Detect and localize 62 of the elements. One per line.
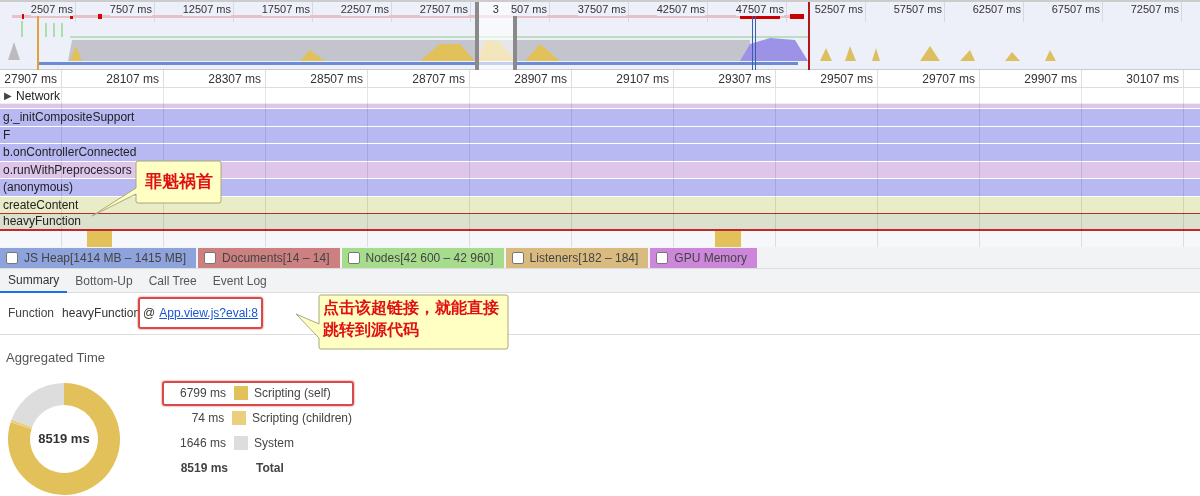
category-label: Scripting (self) bbox=[254, 385, 331, 402]
tab[interactable]: Call Tree bbox=[140, 268, 205, 293]
overview-tick-label: 37507 ms bbox=[577, 2, 626, 16]
checkbox-label[interactable]: GPU Memory bbox=[674, 248, 752, 267]
checkbox-label[interactable]: Nodes[42 600 – 42 960] bbox=[365, 248, 498, 267]
flame-bar[interactable]: g._initCompositeSupport bbox=[0, 108, 1200, 126]
section-title: Aggregated Time bbox=[6, 349, 105, 365]
time-value: 6799 ms bbox=[178, 385, 226, 402]
tab[interactable]: Bottom-Up bbox=[67, 268, 141, 293]
source-link[interactable]: App.view.js?eval:8 bbox=[159, 304, 258, 322]
tab[interactable]: Summary bbox=[0, 268, 68, 293]
ruler-tick-label: 28507 ms bbox=[310, 71, 363, 87]
tab[interactable]: Event Log bbox=[204, 268, 275, 293]
donut-center-label: 8519 ms bbox=[37, 429, 91, 448]
ruler-tick-label: 30107 ms bbox=[1126, 71, 1179, 87]
time-value: 1646 ms bbox=[178, 435, 226, 452]
overview-tick-label: 57507 ms bbox=[893, 2, 942, 16]
category-label: Total bbox=[256, 460, 284, 477]
overview-tick-label: 27507 ms bbox=[419, 2, 468, 16]
field-label: Function bbox=[8, 305, 55, 322]
expand-arrow-icon[interactable]: ▶ bbox=[4, 88, 12, 103]
overview-tick-label: 67507 ms bbox=[1051, 2, 1100, 16]
checkbox[interactable] bbox=[204, 251, 217, 264]
overview-tick-label: 52507 ms bbox=[814, 2, 863, 16]
range-marker bbox=[808, 2, 810, 70]
overview-tick-label: 2507 ms bbox=[30, 2, 73, 16]
category-label: System bbox=[254, 435, 294, 452]
overview-tick-label: 62507 ms bbox=[972, 2, 1021, 16]
time-value: 8519 ms bbox=[179, 460, 228, 477]
overview-tick-label: 507 ms bbox=[510, 2, 547, 16]
overview-tick-label: 47507 ms bbox=[735, 2, 784, 16]
checkbox-label[interactable]: Listeners[182 – 184] bbox=[529, 248, 643, 267]
checkbox[interactable] bbox=[6, 251, 18, 264]
ruler-tick-label: 29507 ms bbox=[820, 71, 873, 87]
checkbox-label[interactable]: JS Heap[1414 MB – 1415 MB] bbox=[24, 248, 191, 267]
category-label: Scripting (children) bbox=[251, 410, 352, 427]
overview-tick-label: 7507 ms bbox=[109, 2, 152, 16]
overview-tick-label: 3 bbox=[492, 2, 499, 16]
ruler-tick-label: 27907 ms bbox=[4, 71, 57, 87]
ruler-tick-label: 29707 ms bbox=[922, 71, 975, 87]
overview-tick-label: 17507 ms bbox=[261, 2, 310, 16]
function-name: heavyFunction bbox=[62, 305, 141, 322]
overview-tick-label: 22507 ms bbox=[340, 2, 389, 16]
ruler-tick-label: 28307 ms bbox=[208, 71, 261, 87]
checkbox[interactable] bbox=[347, 251, 360, 264]
overview-tick-label: 42507 ms bbox=[656, 2, 705, 16]
callout-text: 点击该超链接，就能直接跳转到源代码 bbox=[322, 296, 500, 341]
flame-bar[interactable]: b.onControllerConnected bbox=[0, 143, 1200, 161]
ruler-tick-label: 29107 ms bbox=[616, 71, 669, 87]
ruler-tick-label: 28107 ms bbox=[106, 71, 159, 87]
at-sign: @ bbox=[143, 305, 156, 322]
time-value: 74 ms bbox=[190, 410, 225, 427]
overview-tick-label: 72507 ms bbox=[1130, 2, 1179, 16]
flame-bar[interactable]: heavyFunction bbox=[0, 213, 1200, 231]
ruler-tick-label: 29307 ms bbox=[718, 71, 771, 87]
ruler-tick-label: 29907 ms bbox=[1024, 71, 1077, 87]
checkbox[interactable] bbox=[656, 251, 669, 264]
ruler-tick-label: 28907 ms bbox=[514, 71, 567, 87]
ruler-tick-label: 28707 ms bbox=[412, 71, 465, 87]
track-label[interactable]: Network bbox=[16, 86, 60, 105]
overview-tick-label: 12507 ms bbox=[182, 2, 231, 16]
checkbox[interactable] bbox=[511, 251, 524, 264]
